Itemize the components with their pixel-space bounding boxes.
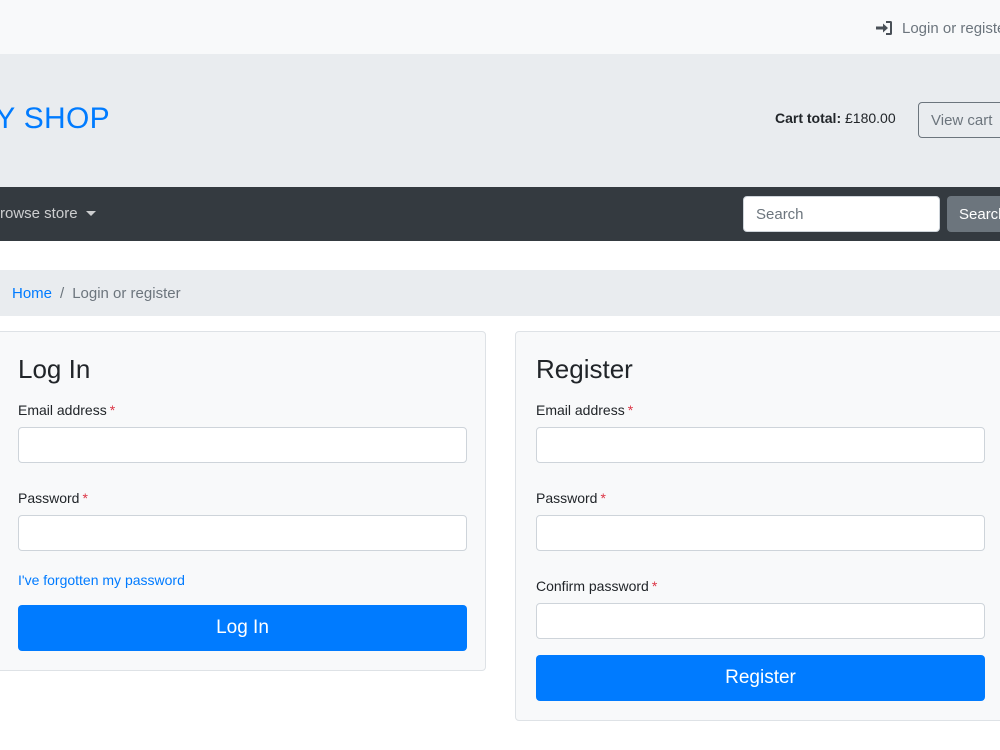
login-email-label-text: Email address bbox=[18, 402, 107, 418]
search-input[interactable] bbox=[743, 196, 940, 232]
register-email-label-text: Email address bbox=[536, 402, 625, 418]
cart-total-value: £180.00 bbox=[845, 110, 896, 126]
site-header: MY SHOP Cart total: £180.00 View cart bbox=[0, 54, 1000, 187]
view-cart-button[interactable]: View cart bbox=[918, 102, 1000, 138]
login-register-label: Login or register bbox=[902, 19, 1000, 37]
browse-store-dropdown[interactable]: Browse store bbox=[0, 205, 96, 222]
browse-store-label: Browse store bbox=[0, 205, 78, 222]
register-email-label: Email address * bbox=[536, 402, 633, 418]
register-email-input[interactable] bbox=[536, 427, 985, 463]
login-password-input[interactable] bbox=[18, 515, 467, 551]
breadcrumb-current: Login or register bbox=[72, 284, 181, 302]
login-email-label: Email address * bbox=[18, 402, 115, 418]
breadcrumb-home-link[interactable]: Home bbox=[12, 285, 52, 302]
top-utility-bar: Login or register bbox=[0, 0, 1000, 54]
main-navbar: Browse store Search bbox=[0, 187, 1000, 241]
register-confirm-label-text: Confirm password bbox=[536, 578, 649, 594]
login-password-label: Password * bbox=[18, 490, 88, 506]
breadcrumb: Home / Login or register bbox=[0, 270, 1000, 316]
login-submit-button[interactable]: Log In bbox=[18, 605, 467, 651]
register-submit-button[interactable]: Register bbox=[536, 655, 985, 701]
register-confirm-input[interactable] bbox=[536, 603, 985, 639]
required-mark: * bbox=[82, 490, 88, 506]
search-button[interactable]: Search bbox=[947, 196, 1000, 232]
required-mark: * bbox=[600, 490, 606, 506]
cart-total-label: Cart total: bbox=[775, 110, 842, 126]
register-card: Register Email address * Password * Confir… bbox=[515, 331, 1000, 721]
login-email-input[interactable] bbox=[18, 427, 467, 463]
forgot-password-link[interactable]: I've forgotten my password bbox=[18, 572, 185, 588]
required-mark: * bbox=[627, 402, 634, 418]
required-mark: * bbox=[651, 578, 658, 594]
register-password-label-text: Password bbox=[536, 490, 598, 506]
required-mark: * bbox=[109, 402, 116, 418]
register-password-input[interactable] bbox=[536, 515, 985, 551]
register-title: Register bbox=[536, 354, 633, 384]
shop-brand[interactable]: MY SHOP bbox=[0, 102, 110, 136]
cart-total: Cart total: £180.00 bbox=[775, 110, 896, 126]
register-password-label: Password * bbox=[536, 490, 606, 506]
login-card: Log In Email address * Password * I've for… bbox=[0, 331, 486, 671]
breadcrumb-separator: / bbox=[60, 284, 65, 302]
register-confirm-label: Confirm password * bbox=[536, 578, 657, 594]
login-password-label-text: Password bbox=[18, 490, 80, 506]
sign-in-icon bbox=[876, 21, 892, 35]
caret-down-icon bbox=[85, 211, 96, 216]
login-title: Log In bbox=[18, 354, 91, 384]
login-register-link[interactable]: Login or register bbox=[876, 18, 1000, 38]
